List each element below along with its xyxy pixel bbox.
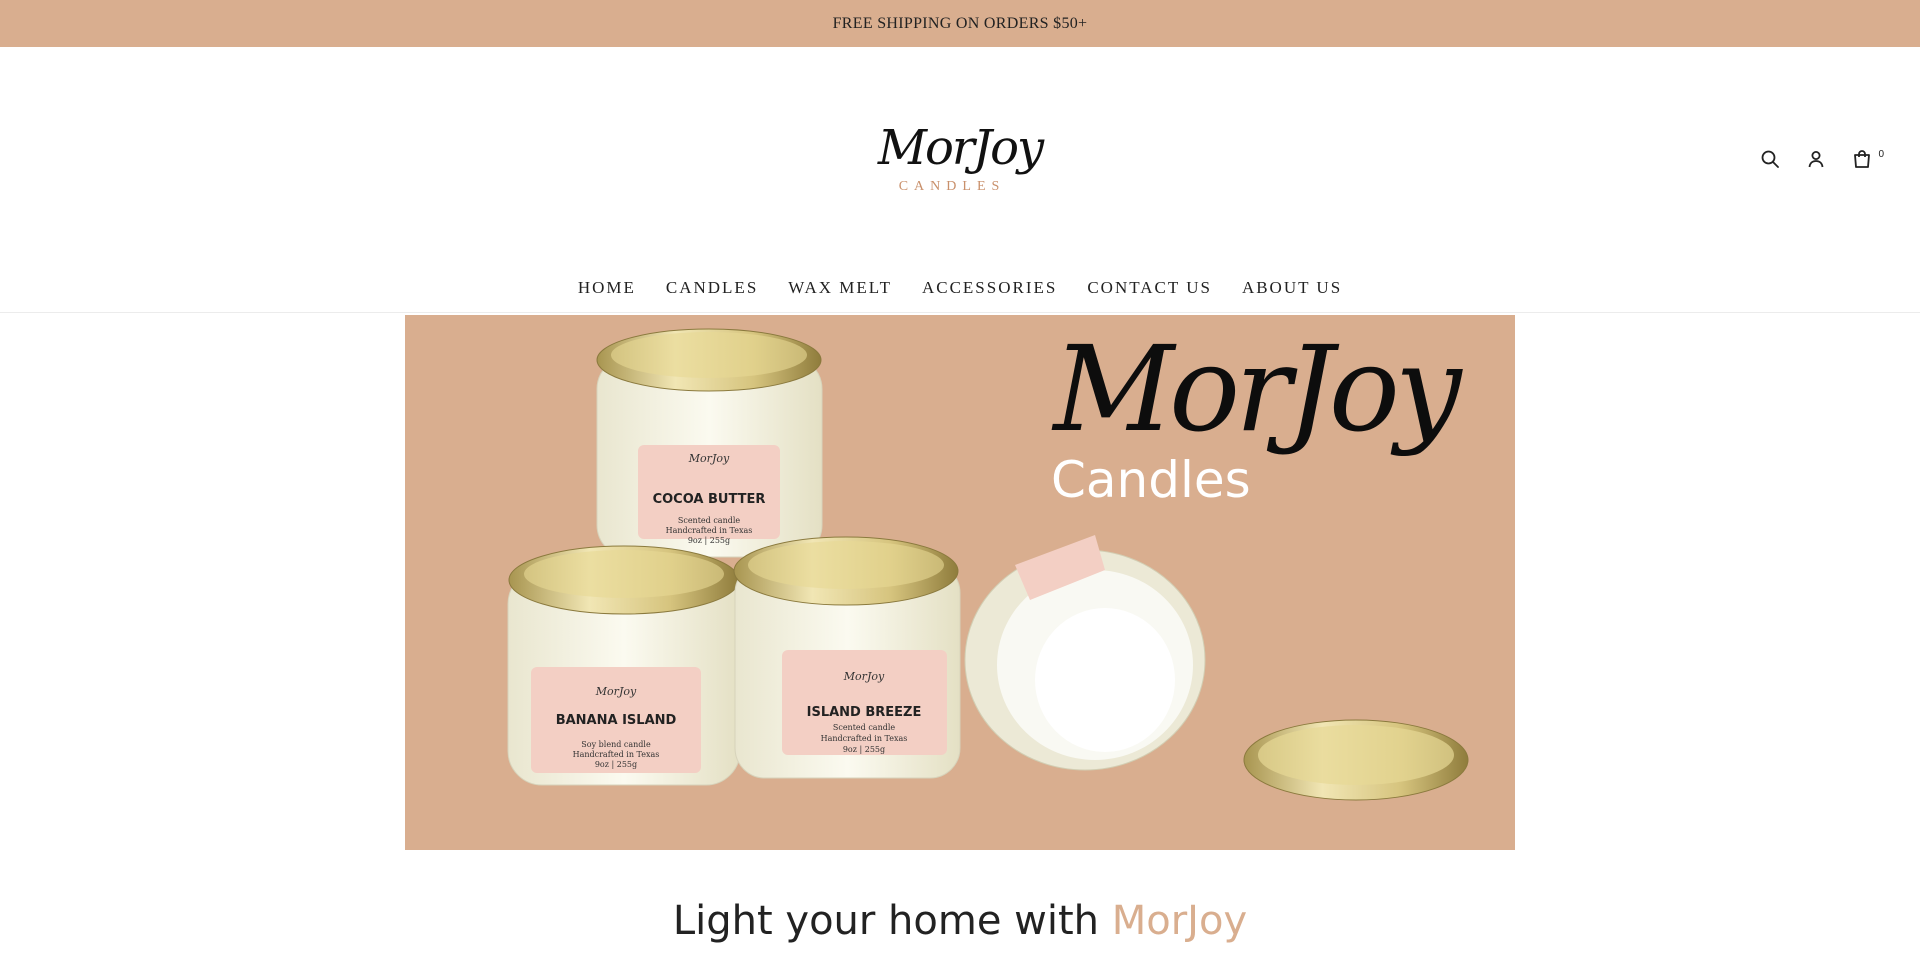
jar-line-label: Handcrafted in Texas: [666, 526, 753, 535]
jar-line-label: Handcrafted in Texas: [821, 734, 908, 743]
jar-banana-island: MorJoy BANANA ISLAND Soy blend candle Ha…: [507, 545, 741, 786]
jar-lid: [1243, 719, 1469, 801]
jar-line-label: Scented candle: [678, 516, 741, 525]
jar-island-breeze: MorJoy ISLAND BREEZE Scented candle Hand…: [733, 536, 961, 779]
jar-cocoa-butter: MorJoy COCOA BUTTER Scented candle Handc…: [596, 328, 823, 558]
main-nav: HOME CANDLES WAX MELT ACCESSORIES CONTAC…: [0, 278, 1920, 298]
nav-about-us[interactable]: ABOUT US: [1242, 278, 1342, 298]
cart-button[interactable]: 0: [1849, 146, 1884, 172]
jar-line-label: Soy blend candle: [581, 740, 651, 749]
announcement-text: FREE SHIPPING ON ORDERS $50+: [832, 14, 1088, 32]
jar-line-label: Scented candle: [833, 723, 896, 732]
nav-accessories[interactable]: ACCESSORIES: [922, 278, 1057, 298]
logo-script: MorJoy: [877, 120, 1044, 176]
headline-accent: MorJoy: [1111, 898, 1248, 944]
jar-line-label: 9oz | 255g: [595, 760, 637, 769]
jar-name-label: BANANA ISLAND: [556, 713, 677, 728]
jar-name-label: COCOA BUTTER: [653, 492, 766, 507]
nav-wax-melt[interactable]: WAX MELT: [788, 278, 892, 298]
header-icons: 0: [1757, 146, 1884, 172]
cart-count: 0: [1878, 149, 1884, 160]
hero-brand-script: MorJoy: [1053, 320, 1461, 458]
jar-line-label: 9oz | 255g: [843, 745, 885, 754]
cart-icon: [1849, 146, 1875, 172]
site-header: MorJoy CANDLES 0 HOME CANDLES WAX MELT A…: [0, 47, 1920, 313]
announcement-bar: FREE SHIPPING ON ORDERS $50+: [0, 0, 1920, 47]
user-icon[interactable]: [1803, 146, 1829, 172]
nav-home[interactable]: HOME: [578, 278, 636, 298]
logo-subtitle: CANDLES: [898, 179, 1006, 194]
jar-tipped-open: [964, 535, 1206, 771]
headline-text: Light your home with: [672, 898, 1112, 944]
site-logo[interactable]: MorJoy CANDLES: [875, 120, 1045, 197]
nav-candles[interactable]: CANDLES: [666, 278, 758, 298]
hero-banner[interactable]: MorJoy COCOA BUTTER Scented candle Handc…: [405, 315, 1515, 850]
nav-contact-us[interactable]: CONTACT US: [1087, 278, 1212, 298]
jar-brand-label: MorJoy: [843, 670, 885, 683]
search-icon[interactable]: [1757, 146, 1783, 172]
page-headline: Light your home with MorJoy: [0, 898, 1920, 944]
jar-brand-label: MorJoy: [595, 685, 637, 698]
jar-name-label: ISLAND BREEZE: [807, 705, 922, 720]
hero-brand-subtitle: Candles: [1051, 451, 1251, 509]
jar-line-label: Handcrafted in Texas: [573, 750, 660, 759]
jar-brand-label: MorJoy: [688, 452, 730, 465]
jar-line-label: 9oz | 255g: [688, 536, 730, 545]
